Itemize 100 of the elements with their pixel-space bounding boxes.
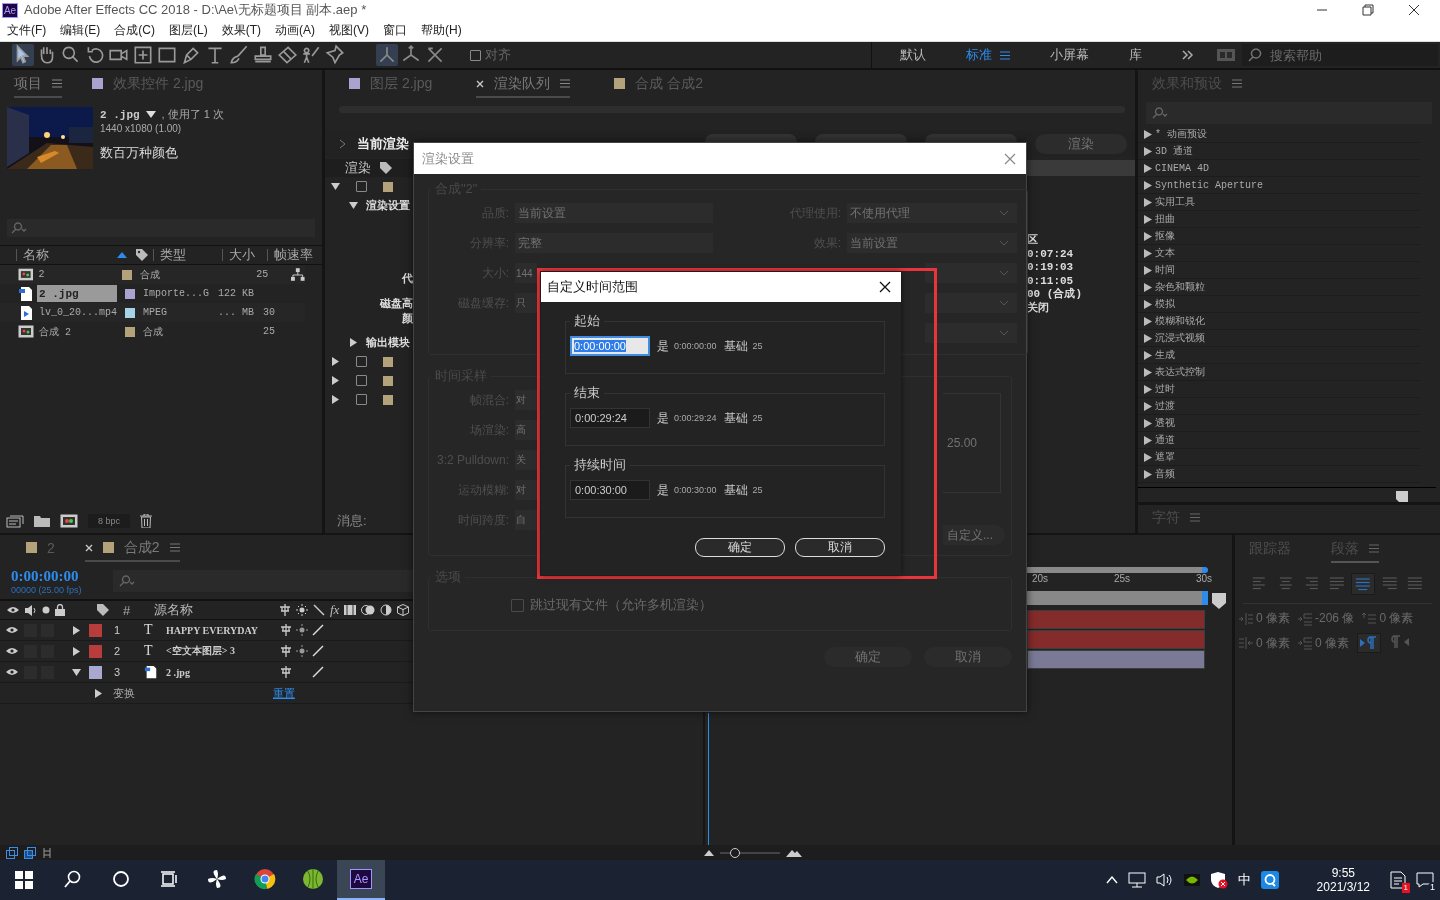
column-header[interactable]: 大小 [222,249,267,261]
reset-link[interactable]: 重置 [273,685,295,701]
lock-icon[interactable] [55,604,65,616]
windows-logo-icon[interactable] [15,871,33,889]
notes-icon[interactable] [1390,871,1406,889]
effect-category[interactable]: 模拟 [1138,296,1420,313]
input-method-indicator[interactable]: 中 [1237,871,1251,889]
effect-category[interactable]: 3D 通道 [1138,143,1420,160]
mountain-small-icon[interactable] [704,849,714,856]
workspace-tab[interactable]: 小屏幕 [1050,46,1089,64]
workspace-tab[interactable]: 标准 [966,46,1010,64]
menu-item[interactable]: 窗口 [383,22,407,39]
menu-icon[interactable] [52,79,62,88]
slash-icon[interactable] [312,666,324,678]
collapse-arrow-icon[interactable] [72,625,81,635]
label-color[interactable] [89,623,102,637]
label-color[interactable] [125,288,135,299]
collapse-arrow-icon[interactable] [331,376,340,385]
label-color[interactable] [89,644,102,658]
label-color[interactable] [383,181,393,192]
network-icon[interactable] [1127,872,1146,888]
effect-category[interactable]: 扭曲 [1138,211,1420,228]
bit-depth-button[interactable]: 8 bpc [88,514,131,528]
search-field[interactable] [7,219,315,237]
crosshair-box-icon[interactable] [132,44,154,66]
gpu-icon[interactable] [1183,874,1200,886]
column-header[interactable]: # [115,602,149,618]
property-group[interactable]: 变换 [113,685,263,701]
eye-icon[interactable] [6,606,20,614]
layers-icon[interactable] [6,846,18,859]
dialog-button[interactable]: 确定 [695,538,785,557]
mountain-large-icon[interactable] [786,848,802,857]
align-icon[interactable] [1351,573,1375,595]
dropdown[interactable] [925,293,1017,313]
render-checkbox[interactable] [356,181,367,192]
expand-arrow-icon[interactable] [331,182,340,191]
timecode-field[interactable]: 0:00:29:24 [570,408,650,428]
shield-icon[interactable] [1209,871,1228,889]
search-field[interactable]: 搜索帮助 [1242,44,1438,66]
chevrons-icon[interactable] [1182,50,1194,60]
film-icon[interactable] [344,604,357,616]
shy-switch-icon[interactable] [279,604,291,616]
eye-icon[interactable] [6,626,18,634]
tag-icon[interactable] [379,161,393,175]
speaker-icon[interactable] [25,604,37,616]
effect-category[interactable]: 透视 [1138,415,1420,432]
layer-name[interactable]: HAPPY EVERYDAY [166,624,276,636]
workspace-tab[interactable]: 库 [1129,46,1142,64]
sun-icon[interactable] [296,624,308,636]
column-header[interactable]: 帧速率 [267,249,316,261]
dropdown[interactable] [925,263,1017,283]
menu-item[interactable]: 合成(C) [114,22,155,39]
menu-item[interactable]: 视图(V) [329,22,369,39]
tag-icon[interactable] [96,603,110,617]
restore-icon[interactable] [1362,4,1374,16]
effect-category[interactable]: 过渡 [1138,398,1420,415]
effect-category[interactable]: 沉浸式视频 [1138,330,1420,347]
menu-icon[interactable] [169,543,180,552]
effect-category[interactable]: 通道 [1138,432,1420,449]
sun-icon[interactable] [296,645,308,657]
current-time[interactable]: 0:00:00:00 [11,567,97,585]
dropdown-arrow-icon[interactable] [145,111,156,118]
pin-icon[interactable] [324,44,346,66]
label-color[interactable] [89,665,102,679]
menu-icon[interactable] [1000,50,1010,60]
checkbox[interactable] [511,598,524,612]
effect-category[interactable]: 时间 [1138,262,1420,279]
menu-icon[interactable] [560,79,571,88]
collapse-arrow-icon[interactable] [331,395,340,404]
item-name[interactable]: 合成 2 [37,323,117,340]
tag-icon[interactable] [135,248,149,262]
flowchart-icon[interactable] [291,268,305,281]
effect-category[interactable]: 杂色和颗粒 [1138,279,1420,296]
layer-name[interactable]: <空文本图层> 3 [166,644,276,658]
column-header[interactable]: 名称 [16,249,131,261]
effect-category[interactable]: 遮罩 [1138,449,1420,466]
expand-arrow-icon[interactable] [72,667,81,677]
solo-dot-icon[interactable] [42,606,50,614]
menu-item[interactable]: 帮助(H) [421,22,462,39]
clock[interactable]: 9:55 2021/3/12 [1316,866,1370,894]
layers-icon[interactable] [24,846,36,859]
column-header[interactable]: 渲染 [345,159,371,177]
shy-switch-icon[interactable] [280,645,292,657]
close-icon[interactable] [1408,4,1420,16]
menu-item[interactable]: 文件(F) [7,22,47,39]
effect-category[interactable]: 抠像 [1138,228,1420,245]
dialog-button[interactable]: 取消 [795,538,885,557]
effect-category[interactable]: 表达式控制 [1138,364,1420,381]
collapse-arrow-icon[interactable] [72,646,81,656]
slash-icon[interactable] [312,645,324,657]
axis-icon[interactable] [376,44,398,66]
effect-category[interactable]: 音频 [1138,466,1420,483]
render-checkbox[interactable] [356,375,367,386]
expand-arrow-icon[interactable] [349,201,358,210]
bracket-icon[interactable] [42,846,52,859]
settings-label[interactable]: 渲染设置 [366,198,410,213]
shy-switch-icon[interactable] [280,666,292,678]
menu-item[interactable]: 效果(T) [221,22,261,39]
label-color[interactable] [125,307,135,318]
label-color[interactable] [383,394,393,405]
